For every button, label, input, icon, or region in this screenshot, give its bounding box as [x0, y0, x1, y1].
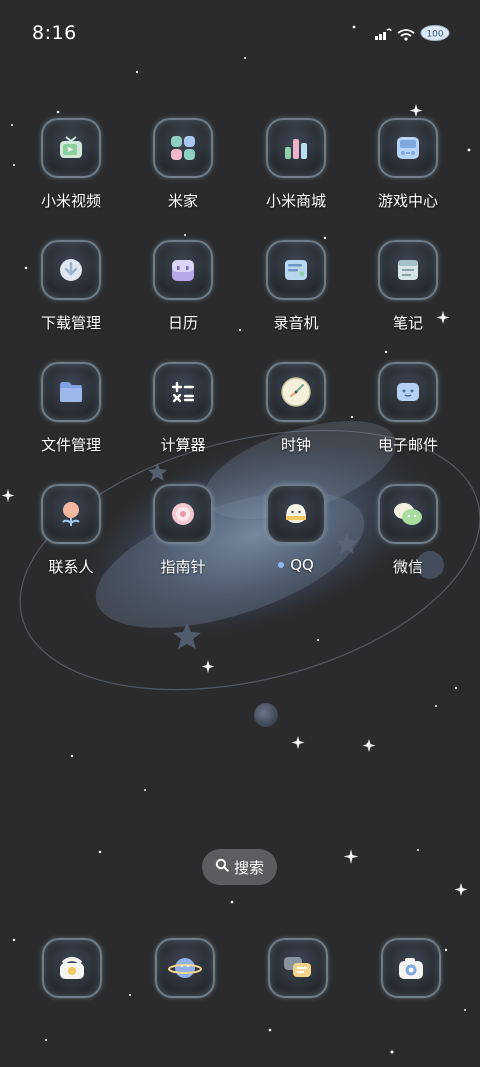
browser-planet-icon[interactable] [155, 938, 215, 998]
compass-icon[interactable] [153, 484, 213, 544]
app-label: 联系人 [48, 558, 94, 576]
wechat-icon[interactable] [378, 484, 438, 544]
battery-icon: 100 [420, 24, 450, 46]
app-file-manager[interactable]: 文件管理 [16, 362, 126, 472]
app-contacts[interactable]: 联系人 [16, 484, 126, 594]
app-clock[interactable]: 时钟 [241, 362, 351, 472]
calendar-icon[interactable] [153, 240, 213, 300]
app-recorder[interactable]: 录音机 [241, 240, 351, 350]
phone-icon[interactable] [42, 938, 102, 998]
dock [0, 938, 480, 998]
app-row: 文件管理 计算器 时钟 电子邮件 [0, 362, 480, 472]
app-row: 联系人 指南针 QQ 微信 [0, 484, 480, 594]
app-notes[interactable]: 笔记 [353, 240, 463, 350]
notes-icon[interactable] [378, 240, 438, 300]
app-label: 下载管理 [40, 314, 101, 332]
search-button[interactable]: 搜索 [202, 849, 277, 885]
folder-icon[interactable] [41, 362, 101, 422]
status-icons: 100 [374, 24, 450, 46]
app-label: 微信 [392, 558, 423, 576]
signal-icon [374, 26, 392, 45]
app-label: QQ [278, 556, 314, 574]
qq-penguin-icon[interactable] [266, 484, 326, 544]
camera-icon[interactable] [381, 938, 441, 998]
app-mijia[interactable]: 米家 [128, 118, 238, 228]
flower-icon[interactable] [41, 484, 101, 544]
clock-icon[interactable] [266, 362, 326, 422]
app-xiaomi-video[interactable]: 小米视频 [16, 118, 126, 228]
app-calculator[interactable]: 计算器 [128, 362, 238, 472]
app-downloads[interactable]: 下载管理 [16, 240, 126, 350]
bar-chart-icon[interactable] [266, 118, 326, 178]
gamepad-icon[interactable] [378, 118, 438, 178]
app-label: 文件管理 [40, 436, 101, 454]
status-bar: 8:16 100 [0, 0, 480, 66]
new-badge-dot [278, 562, 285, 568]
tv-icon[interactable] [41, 118, 101, 178]
app-xiaomi-mall[interactable]: 小米商城 [241, 118, 351, 228]
grid-icon[interactable] [153, 118, 213, 178]
app-compass[interactable]: 指南针 [128, 484, 238, 594]
recorder-icon[interactable] [266, 240, 326, 300]
search-label: 搜索 [233, 858, 264, 877]
app-label: 指南针 [160, 558, 206, 576]
app-label: 米家 [167, 192, 198, 210]
download-icon[interactable] [41, 240, 101, 300]
app-label: 游戏中心 [377, 192, 438, 210]
app-label: 日历 [167, 314, 198, 332]
status-time: 8:16 [32, 22, 77, 44]
app-label: 计算器 [160, 436, 206, 454]
search-icon [215, 858, 229, 876]
wifi-icon [396, 26, 416, 45]
mail-icon[interactable] [378, 362, 438, 422]
app-row: 小米视频 米家 小米商城 游戏中心 [0, 118, 480, 228]
home-screen: 8:16 100 小米视频 米家 小米商城 游戏中心 下载管理 日历 录音机 笔… [0, 0, 480, 1067]
app-label: 笔记 [392, 314, 423, 332]
app-game-center[interactable]: 游戏中心 [353, 118, 463, 228]
app-email[interactable]: 电子邮件 [353, 362, 463, 472]
app-label-text: QQ [290, 556, 314, 574]
app-calendar[interactable]: 日历 [128, 240, 238, 350]
app-qq[interactable]: QQ [241, 484, 351, 594]
app-label: 时钟 [280, 436, 311, 454]
battery-level: 100 [426, 30, 443, 40]
app-row: 下载管理 日历 录音机 笔记 [0, 240, 480, 350]
app-label: 电子邮件 [377, 436, 438, 454]
messages-icon[interactable] [268, 938, 328, 998]
app-wechat[interactable]: 微信 [353, 484, 463, 594]
app-label: 小米视频 [40, 192, 101, 210]
calculator-icon[interactable] [153, 362, 213, 422]
app-label: 录音机 [273, 314, 319, 332]
app-label: 小米商城 [265, 192, 326, 210]
